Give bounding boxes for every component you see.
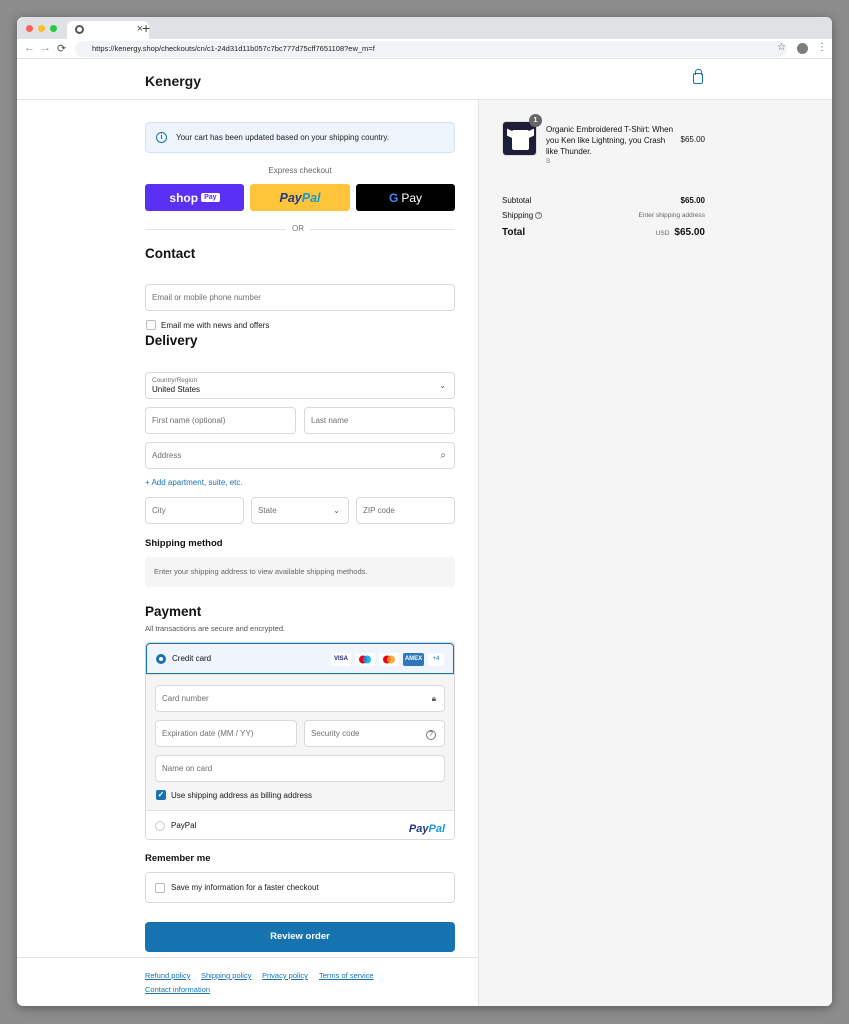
save-info-checkbox[interactable] xyxy=(155,883,165,893)
more-cards-badge: +4 xyxy=(428,653,444,666)
city-field[interactable]: City xyxy=(145,497,244,524)
express-checkout-label: Express checkout xyxy=(268,166,332,175)
search-icon: ⌕ xyxy=(440,450,446,461)
paypal-option[interactable]: PayPal PayPal xyxy=(146,810,454,839)
help-icon: ? xyxy=(426,730,436,740)
shipping-policy-link[interactable]: Shipping policy xyxy=(201,971,251,980)
help-icon: ? xyxy=(535,212,543,220)
first-name-field[interactable]: First name (optional) xyxy=(145,407,296,434)
billing-same-label: Use shipping address as billing address xyxy=(171,791,312,800)
review-order-button[interactable]: Review order xyxy=(145,922,455,952)
add-apartment-link[interactable]: + Add apartment, suite, etc. xyxy=(145,478,243,487)
address-field[interactable]: Address ⌕ xyxy=(145,442,455,469)
tab-bar: × + xyxy=(17,17,832,39)
google-pay-button[interactable]: G Pay xyxy=(356,184,455,211)
footer-divider xyxy=(17,957,478,958)
last-name-field[interactable]: Last name xyxy=(304,407,455,434)
security-code-field[interactable]: Security code ? xyxy=(304,720,445,747)
total-value: USD $65.00 xyxy=(655,227,705,238)
contact-heading: Contact xyxy=(145,246,196,261)
order-summary: 1 Organic Embroidered T-Shirt: When you … xyxy=(478,100,832,1006)
minimize-window-dot[interactable] xyxy=(38,25,45,32)
address-bar[interactable]: https://kenergy.shop/checkouts/cn/c1-24d… xyxy=(75,41,787,57)
browser-toolbar: ← → ⟳ https://kenergy.shop/checkouts/cn/… xyxy=(17,39,832,59)
shipping-method-message: Enter your shipping address to view avai… xyxy=(145,557,455,587)
state-select[interactable]: State ⌄ xyxy=(251,497,349,524)
profile-avatar-icon[interactable] xyxy=(797,43,808,57)
currency-code: USD xyxy=(655,230,670,237)
paypal-label: PayPal xyxy=(171,821,197,830)
visa-icon: VISA xyxy=(331,653,351,666)
chevron-down-icon: ⌄ xyxy=(333,506,340,515)
close-window-dot[interactable] xyxy=(26,25,33,32)
billing-same-checkbox[interactable]: ✓ xyxy=(156,790,166,800)
credit-card-option[interactable]: Credit card VISA AMEX +4 xyxy=(146,643,454,674)
payment-heading: Payment xyxy=(145,604,202,619)
subtotal-label: Subtotal xyxy=(502,196,532,205)
shopping-bag-icon[interactable] xyxy=(693,69,703,84)
credit-card-label: Credit card xyxy=(172,654,212,663)
maximize-window-dot[interactable] xyxy=(50,25,57,32)
banner-text: Your cart has been updated based on your… xyxy=(176,133,390,142)
payment-methods: Credit card VISA AMEX +4 Card number 🔒︎ … xyxy=(145,642,455,840)
paypal-logo-icon: PayPal xyxy=(408,823,445,835)
product-variant: S xyxy=(546,158,551,165)
expiration-date-field[interactable]: Expiration date (MM / YY) xyxy=(155,720,297,747)
email-field[interactable]: Email or mobile phone number xyxy=(145,284,455,311)
save-info-label: Save my information for a faster checkou… xyxy=(171,883,319,892)
checkout-header: Kenergy xyxy=(17,60,832,100)
remember-me-box[interactable]: Save my information for a faster checkou… xyxy=(145,872,455,903)
shipping-label: Shipping? xyxy=(502,211,543,220)
country-select[interactable]: Country/Region United States ⌄ xyxy=(145,372,455,399)
subtotal-value: $65.00 xyxy=(680,196,705,205)
shipping-value: Enter shipping address xyxy=(638,212,706,219)
forward-icon[interactable]: → xyxy=(40,42,51,54)
product-name: Organic Embroidered T-Shirt: When you Ke… xyxy=(546,125,674,156)
contact-information-link[interactable]: Contact information xyxy=(145,985,210,994)
paypal-radio[interactable] xyxy=(155,821,165,831)
credit-card-radio[interactable] xyxy=(156,654,166,664)
info-icon: i xyxy=(156,132,167,143)
card-number-field[interactable]: Card number 🔒︎ xyxy=(155,685,445,712)
quantity-badge: 1 xyxy=(529,114,542,127)
maestro-icon xyxy=(355,653,375,666)
credit-card-form: Card number 🔒︎ Expiration date (MM / YY)… xyxy=(146,674,454,810)
paypal-express-button[interactable]: Pay Pal xyxy=(250,184,350,211)
lock-icon: 🔒︎ xyxy=(431,694,436,703)
total-label: Total xyxy=(502,227,526,238)
name-on-card-field[interactable]: Name on card xyxy=(155,755,445,782)
terms-of-service-link[interactable]: Terms of service xyxy=(319,971,374,980)
remember-me-heading: Remember me xyxy=(145,853,211,864)
back-icon[interactable]: ← xyxy=(24,42,35,54)
browser-window: × + ← → ⟳ https://kenergy.shop/checkouts… xyxy=(17,17,832,1006)
zip-code-field[interactable]: ZIP code xyxy=(356,497,455,524)
news-checkbox-label: Email me with news and offers xyxy=(161,321,270,330)
payment-subtitle: All transactions are secure and encrypte… xyxy=(145,624,286,633)
chevron-down-icon: ⌄ xyxy=(439,381,446,390)
shipping-method-heading: Shipping method xyxy=(145,538,223,549)
or-text: OR xyxy=(286,224,310,233)
tshirt-icon xyxy=(512,130,529,150)
tab-favicon-icon xyxy=(75,25,84,34)
news-checkbox[interactable] xyxy=(146,320,156,330)
bookmark-star-icon[interactable]: ☆ xyxy=(777,42,786,53)
browser-tab[interactable]: × xyxy=(67,21,149,39)
delivery-heading: Delivery xyxy=(145,333,198,348)
amex-icon: AMEX xyxy=(403,653,424,666)
browser-menu-icon[interactable]: ⋮ xyxy=(817,42,827,53)
mastercard-icon xyxy=(379,653,399,666)
refund-policy-link[interactable]: Refund policy xyxy=(145,971,190,980)
privacy-policy-link[interactable]: Privacy policy xyxy=(262,971,308,980)
store-logo[interactable]: Kenergy xyxy=(145,73,201,89)
shop-pay-button[interactable]: shop Pay xyxy=(145,184,244,211)
product-price: $65.00 xyxy=(680,135,705,144)
reload-icon[interactable]: ⟳ xyxy=(57,42,66,55)
cart-updated-banner: i Your cart has been updated based on yo… xyxy=(145,122,455,153)
new-tab-button[interactable]: + xyxy=(142,20,150,36)
google-g-icon: G xyxy=(388,190,399,205)
